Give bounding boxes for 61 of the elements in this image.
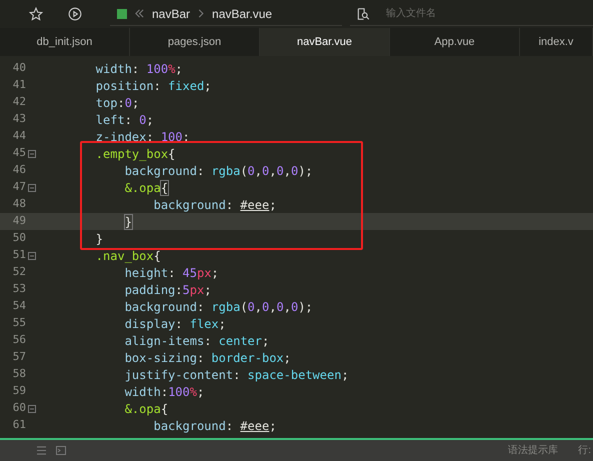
line-number: 51 xyxy=(12,247,26,264)
line-number: 50 xyxy=(12,230,26,246)
vue-file-icon xyxy=(117,8,127,18)
file-search-input[interactable]: 输入文件名 xyxy=(386,6,536,21)
line-number: 53 xyxy=(12,281,26,298)
code-line: align-items: center; xyxy=(124,332,270,350)
play-icon[interactable] xyxy=(68,7,82,21)
line-number: 42 xyxy=(12,94,26,110)
list-icon[interactable] xyxy=(37,446,46,455)
star-icon[interactable] xyxy=(29,7,43,21)
terminal-icon[interactable] xyxy=(56,446,66,455)
chevron-icon xyxy=(198,9,204,18)
code-line: background: #eee; xyxy=(152,418,276,434)
line-number: 40 xyxy=(12,60,26,76)
file-tab[interactable]: navBar.vue xyxy=(260,28,390,56)
code-line: background: #eee; xyxy=(152,196,276,214)
line-number: 52 xyxy=(12,264,26,280)
code-line: height: 45px; xyxy=(124,264,219,282)
code-line: display: flex; xyxy=(124,316,226,332)
code-line: padding:5px; xyxy=(124,282,212,298)
double-chevron-icon xyxy=(135,9,144,18)
line-number: 43 xyxy=(12,111,26,128)
code-line: } xyxy=(124,214,132,230)
cursor-position: 行: xyxy=(578,444,591,458)
code-line: width: 100%; xyxy=(94,60,183,78)
code-line: .empty_box{ xyxy=(94,146,176,162)
line-number: 45 xyxy=(12,145,26,162)
line-number: 58 xyxy=(12,366,26,382)
code-line: } xyxy=(94,230,104,248)
code-line: box-sizing: border-box; xyxy=(124,350,291,366)
fold-icon[interactable] xyxy=(28,184,36,192)
line-number: 49 xyxy=(12,213,26,230)
fold-icon[interactable] xyxy=(28,252,36,260)
code-line: justify-content: space-between; xyxy=(124,366,349,384)
line-number: 44 xyxy=(12,128,26,144)
code-line: background: rgba(0,0,0,0); xyxy=(124,162,313,180)
line-number: 56 xyxy=(12,332,26,348)
line-number: 41 xyxy=(12,77,26,94)
code-line: left: 0; xyxy=(94,112,154,128)
code-line: &.opa{ xyxy=(124,180,168,196)
breadcrumb-item[interactable]: navBar.vue xyxy=(212,4,272,22)
fold-icon[interactable] xyxy=(28,150,36,158)
code-line: background: rgba(0,0,0,0); xyxy=(124,298,313,316)
line-number: 54 xyxy=(12,298,26,314)
line-number: 59 xyxy=(12,383,26,400)
line-number: 47 xyxy=(12,179,26,196)
line-number: 48 xyxy=(12,196,26,212)
line-number: 46 xyxy=(12,162,26,178)
breadcrumb-item[interactable]: navBar xyxy=(152,4,190,22)
code-line: .nav_box{ xyxy=(94,248,161,264)
code-line: &.opa{ xyxy=(124,400,168,418)
line-number: 60 xyxy=(12,400,26,416)
line-number: 61 xyxy=(12,417,26,434)
code-line: width:100%; xyxy=(124,384,204,400)
search-icon xyxy=(356,6,370,20)
code-line: position: fixed; xyxy=(94,78,212,94)
line-number: 57 xyxy=(12,349,26,366)
file-search-field[interactable]: 输入文件名 xyxy=(350,2,593,26)
fold-icon[interactable] xyxy=(28,404,36,412)
line-number: 55 xyxy=(12,315,26,332)
code-line: top:0; xyxy=(94,94,140,112)
